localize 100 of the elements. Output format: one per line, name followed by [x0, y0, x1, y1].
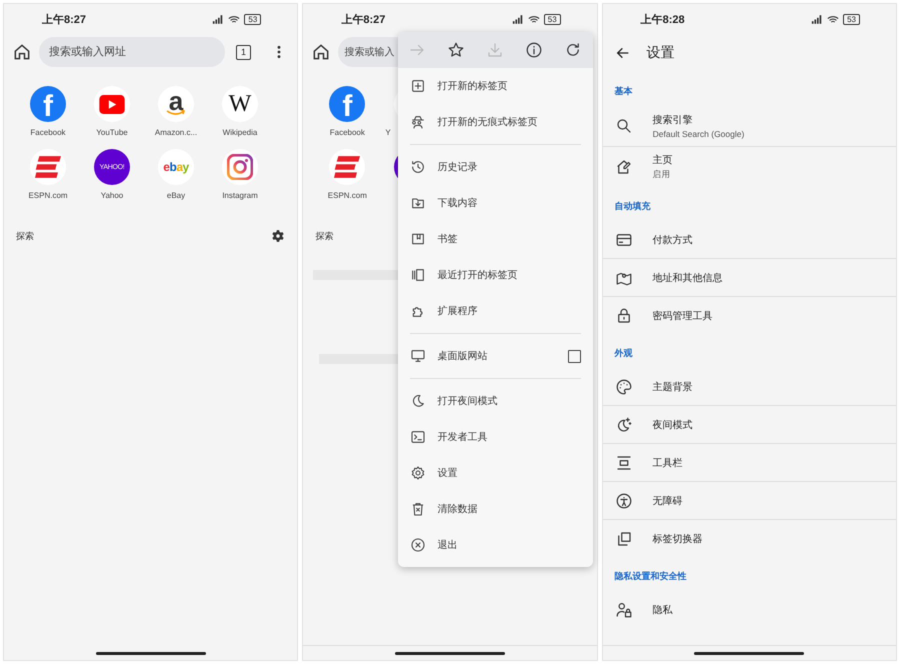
status-time: 上午8:27 [42, 12, 86, 26]
menu-item-label: 打开新的标签页 [438, 80, 508, 93]
checkbox[interactable] [568, 350, 581, 362]
home-icon[interactable] [12, 42, 32, 62]
menu-item-label: 开发者工具 [438, 430, 488, 444]
site-logo-icon [329, 149, 366, 185]
close-circle-icon [410, 537, 426, 553]
site-logo-icon [222, 149, 258, 185]
tabs-icon [410, 267, 426, 283]
bookmark-icon [410, 231, 426, 247]
setting-title[interactable]: 隐私 [652, 602, 673, 616]
setting-title[interactable]: 主题背景 [652, 380, 693, 394]
battery-level: 53 [843, 14, 860, 24]
wifi-icon [528, 14, 540, 24]
home-indicator[interactable] [96, 652, 206, 654]
section-header: 基本 [614, 85, 634, 98]
site-logo-icon [30, 149, 66, 185]
menu-item-label: 桌面版网站 [438, 350, 488, 363]
setting-title[interactable]: 地址和其他信息 [652, 270, 723, 284]
setting-icon [614, 158, 633, 176]
wifi-icon [827, 14, 840, 24]
monitor-icon [410, 348, 426, 364]
site-logo-icon: f [329, 86, 366, 122]
setting-icon [614, 492, 633, 510]
section-header: 隐私设置和安全性 [614, 570, 688, 583]
settings-icon [410, 465, 426, 481]
page-title: 设置 [646, 44, 675, 62]
menu-item-label: 打开新的无痕式标签页 [438, 116, 538, 129]
menu-item-label: 下载内容 [438, 196, 478, 210]
menu-item[interactable]: 下载内容 [398, 185, 593, 221]
setting-title[interactable]: 搜索引擎 [652, 113, 744, 127]
site-logo-icon: W [222, 86, 258, 122]
menu-item[interactable]: 清除数据 [398, 491, 593, 527]
history-icon [410, 159, 426, 175]
signal-icon [212, 14, 224, 24]
setting-icon [614, 378, 633, 396]
setting-subtitle: Default Search (Google) [652, 129, 744, 139]
shortcut-tile[interactable]: f Facebook [315, 86, 380, 137]
shortcut-tile[interactable]: ebay eBay [144, 149, 208, 200]
home-indicator[interactable] [694, 652, 804, 654]
setting-title[interactable]: 标签切换器 [652, 532, 703, 546]
menu-item[interactable]: 桌面版网站 [398, 338, 593, 374]
menu-item[interactable]: 设置 [398, 455, 593, 491]
site-logo-icon: f [30, 86, 66, 122]
menu-item[interactable]: 退出 [398, 527, 593, 563]
back-icon[interactable] [614, 45, 631, 61]
menu-item-label: 清除数据 [438, 502, 478, 516]
wifi-icon [228, 14, 240, 24]
shortcut-tile[interactable]: a Amazon.c... [144, 86, 208, 137]
site-logo-icon: ebay [158, 149, 194, 185]
home-indicator[interactable] [394, 652, 505, 654]
setting-title[interactable]: 密码管理工具 [652, 308, 713, 322]
menu-item[interactable]: 最近打开的标签页 [398, 257, 593, 293]
shortcut-tile[interactable]: YouTube [80, 86, 144, 137]
info-icon[interactable] [525, 41, 544, 59]
shortcut-tile[interactable]: ESPN.com [315, 149, 380, 200]
menu-item[interactable]: 历史记录 [398, 149, 593, 185]
site-logo-icon: a [158, 86, 194, 122]
menu-item-label: 退出 [438, 538, 458, 552]
setting-title[interactable]: 付款方式 [652, 232, 693, 246]
setting-title[interactable]: 工具栏 [652, 456, 683, 470]
more-menu-icon[interactable] [276, 45, 282, 59]
menu-item[interactable]: 扩展程序 [398, 293, 593, 329]
site-logo-icon [94, 86, 130, 122]
menu-item[interactable]: 打开夜间模式 [398, 383, 593, 419]
menu-item-label: 历史记录 [438, 160, 478, 174]
menu-item-label: 书签 [438, 232, 458, 246]
setting-title[interactable]: 夜间模式 [652, 418, 693, 432]
menu-item-label: 打开夜间模式 [438, 394, 498, 408]
search-field[interactable]: 搜索或输入网址 [39, 37, 225, 67]
setting-title[interactable]: 无障碍 [652, 494, 683, 508]
setting-subtitle: 启用 [652, 169, 672, 181]
menu-item-label: 设置 [438, 466, 458, 480]
settings-icon[interactable] [271, 229, 286, 243]
menu-item[interactable]: 打开新的标签页 [398, 68, 593, 104]
status-time: 上午8:28 [640, 12, 685, 26]
tab-count-button[interactable]: 1 [236, 44, 251, 60]
terminal-icon [410, 429, 426, 445]
setting-title[interactable]: 主页 [652, 153, 673, 167]
battery-level: 53 [244, 14, 262, 24]
shortcut-tile[interactable]: Instagram [208, 149, 272, 200]
discover-label: 探索 [315, 230, 334, 242]
menu-item[interactable]: 开发者工具 [398, 419, 593, 455]
spy-icon [410, 114, 426, 130]
menu-item[interactable]: 书签 [398, 221, 593, 257]
signal-icon [811, 14, 824, 24]
setting-icon [614, 117, 633, 135]
section-header: 外观 [613, 347, 634, 360]
status-time: 上午8:27 [341, 12, 386, 26]
shortcut-tile[interactable]: W Wikipedia [208, 86, 272, 137]
menu-item-label: 最近打开的标签页 [438, 268, 518, 282]
menu-item[interactable]: 打开新的无痕式标签页 [398, 104, 593, 140]
signal-icon [512, 14, 524, 24]
discover-label: 探索 [16, 230, 34, 242]
home-icon[interactable] [311, 42, 332, 62]
bookmark-icon[interactable] [447, 41, 466, 59]
shortcut-tile[interactable]: ESPN.com [16, 149, 80, 200]
section-header: 自动填充 [614, 200, 652, 213]
shortcut-tile[interactable]: f Facebook [16, 86, 80, 137]
setting-icon [614, 454, 633, 472]
